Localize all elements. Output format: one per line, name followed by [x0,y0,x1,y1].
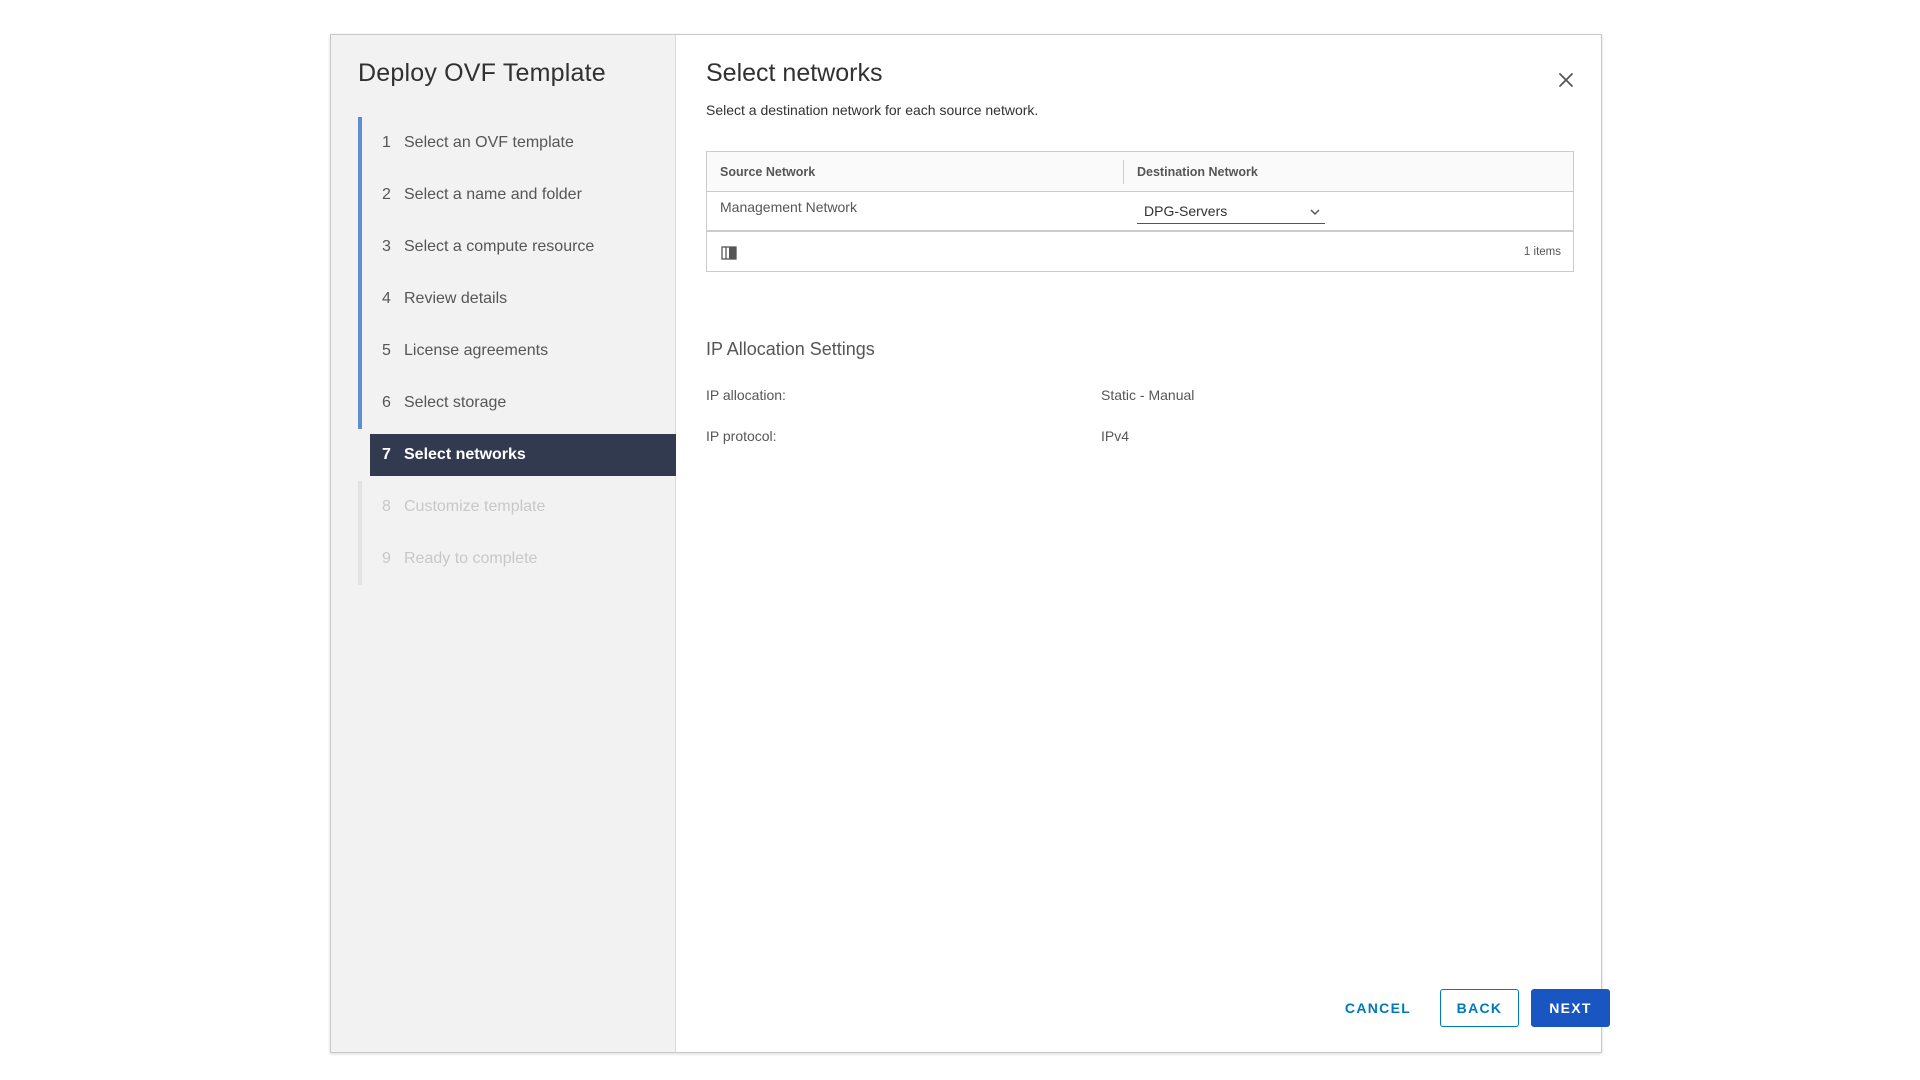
wizard-step-6[interactable]: 6 Select storage [358,377,676,429]
step-number: 2 [382,186,391,203]
table-row: Management Network DPG-Servers [707,192,1573,232]
ip-protocol-label: IP protocol: [706,428,777,444]
step-number: 4 [382,290,391,307]
page-title: Select networks [706,59,883,87]
ip-allocation-label: IP allocation: [706,387,786,403]
step-number: 3 [382,238,391,255]
close-icon [1559,73,1573,87]
wizard-step-9: 9 Ready to complete [358,533,676,585]
wizard-step-5[interactable]: 5 License agreements [358,325,676,377]
step-label: Select an OVF template [404,134,574,151]
grid-footer: 1 items [707,234,1573,271]
step-label: License agreements [404,342,549,359]
items-count: 1 items [1523,246,1561,258]
step-label: Customize template [404,498,546,515]
wizard-step-8: 8 Customize template [358,481,676,533]
wizard-step-4[interactable]: 4 Review details [358,273,676,325]
wizard-title: Deploy OVF Template [358,59,606,87]
step-number: 6 [382,394,391,411]
step-label: Select a name and folder [404,186,582,203]
step-label: Review details [404,290,508,307]
destination-network-select[interactable]: DPG-Servers [1137,200,1325,224]
wizard-step-2[interactable]: 2 Select a name and folder [358,169,676,221]
column-header-source-network[interactable]: Source Network [720,152,815,192]
next-button[interactable]: NEXT [1531,989,1610,1027]
step-number: 1 [382,134,391,151]
wizard-step-7-active[interactable]: 7 Select networks [358,429,676,481]
step-label: Select a compute resource [404,238,595,255]
page-subtitle: Select a destination network for each so… [706,102,1039,118]
grid-header: Source Network Destination Network [707,152,1573,192]
step-label: Select storage [404,394,507,411]
step-label: Select networks [404,446,526,463]
chevron-down-icon [1310,209,1320,216]
wizard-step-1[interactable]: 1 Select an OVF template [358,117,676,169]
network-mapping-grid: Source Network Destination Network Manag… [706,151,1574,272]
step-number: 5 [382,342,391,359]
step-number: 8 [382,498,391,515]
close-button[interactable] [1551,65,1581,95]
column-toggle-icon[interactable] [721,246,737,260]
wizard-sidebar: Deploy OVF Template 1 Select an OVF templ… [331,35,676,1052]
step-number: 7 [382,446,391,463]
destination-network-value: DPG-Servers [1144,203,1228,219]
column-header-destination-network[interactable]: Destination Network [1137,152,1258,192]
wizard-main-panel: Select networks Select a destination net… [676,35,1610,1052]
ip-allocation-settings-title: IP Allocation Settings [706,339,875,359]
wizard-steps: 1 Select an OVF template 2 Select a name a… [358,117,676,585]
step-label: Ready to complete [404,550,538,567]
ip-protocol-value: IPv4 [1101,428,1130,444]
source-network-cell: Management Network [720,199,857,215]
ip-allocation-value: Static - Manual [1101,387,1195,403]
cancel-button[interactable]: CANCEL [1333,989,1423,1027]
back-button[interactable]: BACK [1440,989,1519,1027]
step-number: 9 [382,550,391,567]
column-divider[interactable] [1123,160,1124,184]
wizard-step-3[interactable]: 3 Select a compute resource [358,221,676,273]
deploy-ovf-wizard-dialog: Deploy OVF Template 1 Select an OVF templ… [330,34,1610,1053]
